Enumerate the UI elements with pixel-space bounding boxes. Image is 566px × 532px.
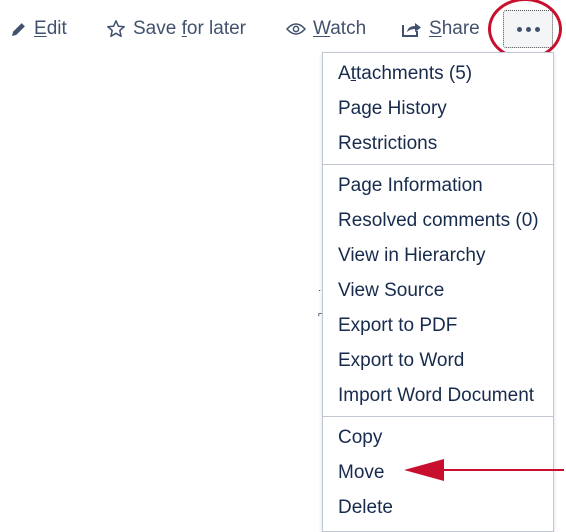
share-label: Share [429,18,480,39]
menu-group-info: Page Information Resolved comments (0) V… [323,165,553,416]
menu-item-restrictions[interactable]: Restrictions [323,126,553,161]
menu-group-manage: Copy Move Delete [323,417,553,528]
menu-item-copy[interactable]: Copy [323,420,553,455]
menu-item-import-word[interactable]: Import Word Document [323,378,553,413]
edit-label: Edit [34,18,67,39]
menu-item-view-source[interactable]: View Source [323,273,553,308]
more-actions-button[interactable] [503,10,553,48]
share-icon [401,20,422,38]
menu-item-view-in-hierarchy[interactable]: View in Hierarchy [323,238,553,273]
menu-group-page: Attachments (5) Page History Restriction… [323,53,553,164]
menu-item-delete[interactable]: Delete [323,490,553,525]
star-outline-icon [106,19,126,39]
pencil-icon [10,21,27,38]
save-for-later-label: Save for later [133,18,247,39]
edit-button[interactable]: Edit [10,15,67,43]
menu-item-attachments[interactable]: Attachments (5) [323,56,553,91]
menu-item-page-history[interactable]: Page History [323,91,553,126]
save-for-later-button[interactable]: Save for later [106,15,246,43]
eye-icon [286,22,306,36]
menu-item-page-information[interactable]: Page Information [323,168,553,203]
watch-label: Watch [313,18,367,39]
ellipsis-icon [516,26,540,32]
menu-item-export-pdf[interactable]: Export to PDF [323,308,553,343]
menu-item-resolved-comments[interactable]: Resolved comments (0) [323,203,553,238]
more-actions-menu: Attachments (5) Page History Restriction… [322,52,554,532]
share-button[interactable]: Share [401,15,480,43]
page-toolbar: Edit Save for later Watch Share [0,0,566,60]
menu-item-export-word[interactable]: Export to Word [323,343,553,378]
menu-item-move[interactable]: Move [323,455,553,490]
watch-button[interactable]: Watch [286,15,366,43]
